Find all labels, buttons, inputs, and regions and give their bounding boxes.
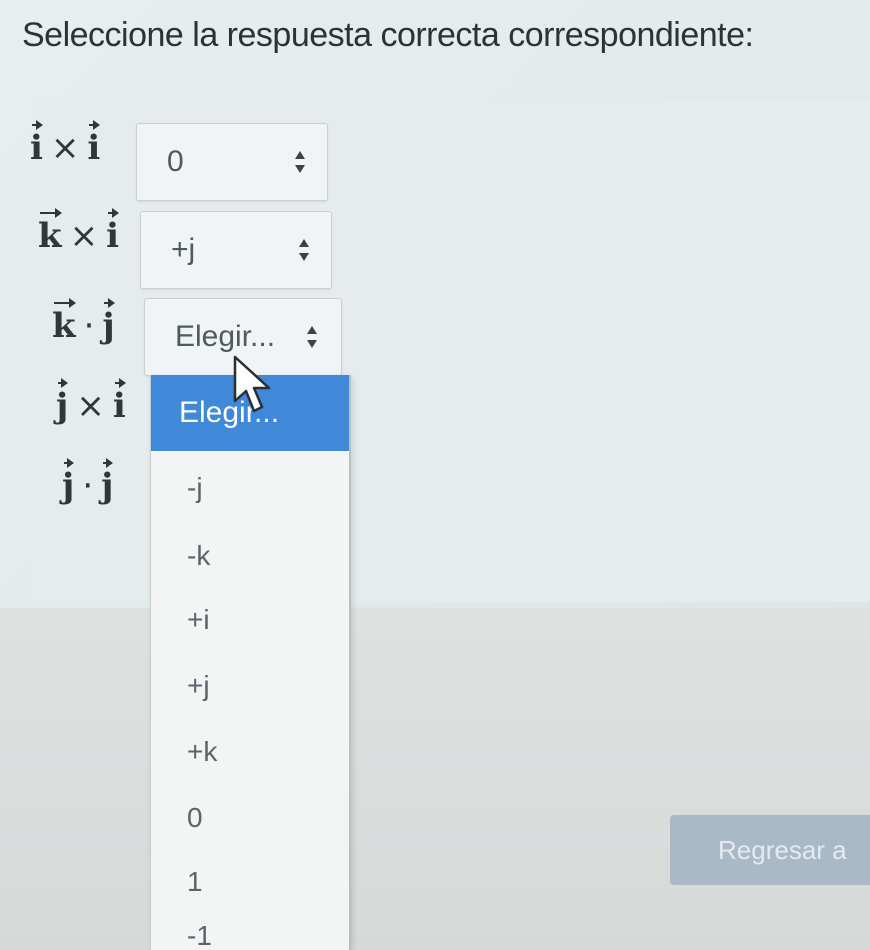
up-down-arrows-icon <box>295 151 305 173</box>
page-background-lower <box>0 608 870 950</box>
dropdown-option-one[interactable]: 1 <box>151 851 349 913</box>
vector-k-left: k <box>52 298 76 346</box>
answer-dropdown-list[interactable]: Elegir... -j -k +i +j +k 0 1 -1 <box>150 375 351 950</box>
expression-row-2: k × i <box>38 208 119 256</box>
answer-select-1[interactable]: 0 <box>136 123 328 201</box>
question-prompt: Seleccione la respuesta correcta corresp… <box>22 16 754 54</box>
vector-j-left: j <box>62 458 75 506</box>
vector-k-left: k <box>38 208 62 256</box>
select-value: +j <box>171 233 196 266</box>
up-down-arrows-icon <box>299 239 309 261</box>
dropdown-option-plus-k[interactable]: +k <box>151 721 349 783</box>
expression-row-5: j · j <box>62 458 114 506</box>
expression-row-3: k · j <box>52 298 116 346</box>
up-down-arrows-icon <box>307 326 317 348</box>
operator: × <box>50 128 80 168</box>
operator: × <box>76 386 105 426</box>
question-panel: Seleccione la respuesta correcta corresp… <box>0 0 870 608</box>
expression-row-4: j × i <box>56 378 126 426</box>
vector-j-right: j <box>102 298 116 346</box>
vector-j-left: j <box>56 378 69 426</box>
vector-i-right: i <box>106 208 119 256</box>
vector-i-left: i <box>30 120 43 168</box>
dropdown-option-zero[interactable]: 0 <box>151 787 349 849</box>
operator: · <box>82 466 94 506</box>
select-value: 0 <box>167 145 184 178</box>
vector-i-right: i <box>112 378 126 426</box>
vector-j-right: j <box>101 458 114 506</box>
vector-i-right: i <box>87 120 101 168</box>
quiz-page: Seleccione la respuesta correcta corresp… <box>0 0 870 950</box>
select-value: Elegir... <box>175 320 276 353</box>
dropdown-option-plus-j[interactable]: +j <box>151 655 349 717</box>
mouse-pointer-icon <box>233 355 271 413</box>
operator: × <box>69 216 99 256</box>
operator: · <box>83 306 95 346</box>
dropdown-option-minus-k[interactable]: -k <box>151 525 349 587</box>
expression-row-1: i × i <box>30 120 101 168</box>
return-button[interactable]: Regresar a <box>670 815 870 885</box>
dropdown-option-minus-one[interactable]: -1 <box>151 905 349 950</box>
dropdown-option-minus-j[interactable]: -j <box>151 457 349 519</box>
answer-select-2[interactable]: +j <box>140 211 332 289</box>
dropdown-option-plus-i[interactable]: +i <box>151 589 349 651</box>
